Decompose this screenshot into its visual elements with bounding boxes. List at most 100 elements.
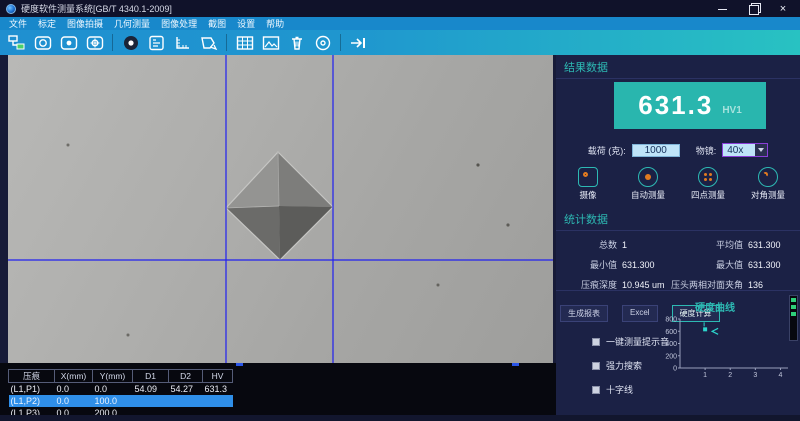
table-row[interactable]: (L1,P1)0.00.054.0954.27631.3: [9, 383, 233, 395]
checkbox-icon[interactable]: [592, 386, 600, 394]
ruler-tick: [236, 363, 243, 366]
close-button[interactable]: ×: [776, 3, 790, 15]
menu-item-1[interactable]: 文件: [9, 17, 27, 30]
table-cell: [203, 395, 233, 407]
menu-item-6[interactable]: 截图: [208, 17, 226, 30]
measurement-table[interactable]: 压痕X(mm)Y(mm)D1D2HV(L1,P1)0.00.054.0954.2…: [8, 369, 233, 415]
svg-text:200: 200: [665, 353, 677, 360]
option-checkbox-1[interactable]: 一键测量提示音: [592, 335, 669, 348]
stat-item: 最大值631.300: [674, 258, 800, 271]
menu-item-2[interactable]: 标定: [38, 17, 56, 30]
right-panel: 结果数据 631.3 HV1 载荷 (克): 物镜: 40x 摄像自动测量四点测…: [556, 55, 800, 415]
tool-tab-2[interactable]: Excel: [622, 305, 658, 322]
measure-buttons-row: 摄像自动测量四点测量对角测量: [556, 167, 800, 201]
tools-area: 生成报表Excel硬度计算 一键测量提示音强力搜索十字线 硬度曲线 020040…: [556, 293, 800, 415]
minimize-button[interactable]: [716, 3, 730, 15]
camera-capture-icon: [578, 167, 598, 187]
camera-target-icon[interactable]: [84, 33, 105, 53]
option-checkbox-2[interactable]: 强力搜索: [592, 359, 669, 372]
diagonal-measure-icon: [758, 167, 778, 187]
indentation-overlay: [8, 55, 553, 363]
option-checkboxes: 一键测量提示音强力搜索十字线: [592, 335, 669, 407]
statistics-section-title: 统计数据: [556, 207, 800, 229]
diagonal-measure-button[interactable]: 对角测量: [740, 167, 796, 201]
record-icon[interactable]: [120, 33, 141, 53]
table-cell: (L1,P3): [9, 407, 55, 416]
table-header[interactable]: Y(mm): [93, 370, 133, 383]
checkbox-icon[interactable]: [592, 338, 600, 346]
stat-value: 631.300: [622, 260, 674, 270]
chart-plot: 02004006008001234: [660, 314, 800, 385]
table-header[interactable]: 压痕: [9, 370, 55, 383]
svg-text:3: 3: [753, 372, 757, 379]
table-header-row: 压痕X(mm)Y(mm)D1D2HV: [9, 370, 233, 383]
measure-button-label: 四点测量: [680, 189, 736, 201]
menu-item-5[interactable]: 图像处理: [161, 17, 197, 30]
objective-select[interactable]: 40x: [722, 143, 768, 157]
svg-text:800: 800: [665, 317, 677, 324]
auto-measure-button[interactable]: 自动测量: [620, 167, 676, 201]
table-header[interactable]: D2: [169, 370, 203, 383]
checkbox-label: 强力搜索: [606, 359, 642, 372]
svg-text:0: 0: [673, 366, 677, 373]
load-label: 载荷 (克):: [588, 144, 626, 157]
table-cell: [133, 407, 169, 416]
measurement-table-area: 压痕X(mm)Y(mm)D1D2HV(L1,P1)0.00.054.0954.2…: [0, 363, 556, 415]
toolbar-separator: [226, 34, 227, 51]
statistics-grid: 总数1平均值631.300最小值631.300最大值631.300压痕深度10.…: [556, 238, 800, 291]
camera-dot-icon[interactable]: [58, 33, 79, 53]
four-point-button[interactable]: 四点测量: [680, 167, 736, 201]
table-row[interactable]: (L1,P2)0.0100.0: [9, 395, 233, 407]
divider: [556, 290, 800, 291]
disc-icon[interactable]: [312, 33, 333, 53]
table-header[interactable]: X(mm): [55, 370, 93, 383]
hardness-value: 631.3: [638, 90, 713, 121]
chevron-down-icon[interactable]: [755, 144, 767, 156]
trash-icon[interactable]: [286, 33, 307, 53]
table-cell: (L1,P1): [9, 383, 55, 395]
table-cell: 631.3: [203, 383, 233, 395]
window-bottom-edge: [0, 415, 800, 421]
microscope-image-viewport[interactable]: [8, 55, 553, 363]
objective-label: 物镜:: [696, 144, 717, 157]
table-header[interactable]: HV: [203, 370, 233, 383]
stat-value: 136: [748, 280, 800, 290]
menu-item-3[interactable]: 图像拍摄: [67, 17, 103, 30]
four-point-icon: [698, 167, 718, 187]
menu-item-8[interactable]: 帮助: [266, 17, 284, 30]
measure-button-label: 摄像: [560, 189, 616, 201]
stat-item: 最小值631.300: [556, 258, 674, 271]
menu-bar: 文件标定图像拍摄几何测量图像处理截图设置帮助: [0, 17, 800, 30]
svg-text:600: 600: [665, 329, 677, 336]
checkbox-label: 十字线: [606, 383, 633, 396]
image-icon[interactable]: [260, 33, 281, 53]
camera-icon[interactable]: [32, 33, 53, 53]
indent-face-se: [279, 206, 333, 260]
table-cell: 100.0: [93, 395, 133, 407]
tool-tab-1[interactable]: 生成报表: [560, 305, 608, 322]
load-input[interactable]: [632, 144, 680, 157]
checkbox-icon[interactable]: [592, 362, 600, 370]
menu-item-4[interactable]: 几何测量: [114, 17, 150, 30]
exposure-icon[interactable]: [146, 33, 167, 53]
camera-capture-button[interactable]: 摄像: [560, 167, 616, 201]
maximize-button[interactable]: [746, 3, 760, 15]
hardness-chart: 硬度曲线 02004006008001234: [660, 299, 800, 395]
stat-value: 10.945 um: [622, 280, 674, 290]
stat-item: 总数1: [556, 238, 674, 251]
workflow-icon[interactable]: [6, 33, 27, 53]
table-header[interactable]: D1: [133, 370, 169, 383]
table-cell: [203, 407, 233, 416]
table-cell: 0.0: [55, 383, 93, 395]
toolbar-separator: [112, 34, 113, 51]
rotate-shape-icon[interactable]: [198, 33, 219, 53]
table-row[interactable]: (L1,P3)0.0200.0: [9, 407, 233, 416]
menu-item-7[interactable]: 设置: [237, 17, 255, 30]
export-icon[interactable]: [348, 33, 369, 53]
app-icon: [6, 4, 16, 14]
table-icon[interactable]: [234, 33, 255, 53]
table-cell: 54.09: [133, 383, 169, 395]
option-checkbox-3[interactable]: 十字线: [592, 383, 669, 396]
table-cell: 54.27: [169, 383, 203, 395]
ruler-icon[interactable]: [172, 33, 193, 53]
